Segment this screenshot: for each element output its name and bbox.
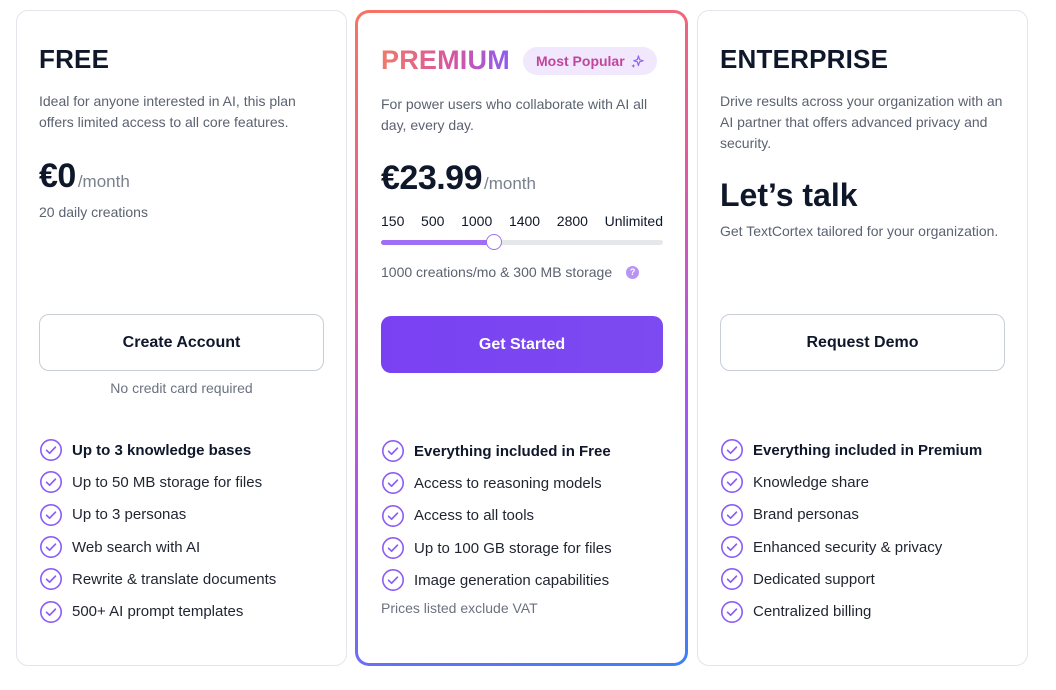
no-credit-card-note: No credit card required bbox=[110, 380, 253, 396]
feature-text: Image generation capabilities bbox=[414, 571, 610, 589]
feature-text: Enhanced security & privacy bbox=[753, 538, 943, 556]
feature-text: Up to 3 knowledge bases bbox=[72, 441, 252, 459]
enterprise-subtext: Get TextCortex tailored for your organiz… bbox=[720, 223, 999, 239]
feature-text: Up to 50 MB storage for files bbox=[72, 473, 263, 491]
free-plan-title: FREE bbox=[39, 44, 110, 74]
slider-option[interactable]: 500 bbox=[421, 213, 444, 229]
feature-text: Knowledge share bbox=[753, 473, 869, 491]
slider-option[interactable]: 2800 bbox=[557, 213, 588, 229]
feature-item: Dedicated support bbox=[720, 563, 1005, 595]
feature-text: Up to 3 personas bbox=[72, 506, 187, 524]
check-circle-icon bbox=[382, 537, 404, 560]
feature-item: Enhanced security & privacy bbox=[720, 531, 1005, 563]
feature-text: Everything included in Premium bbox=[753, 441, 983, 459]
feature-item: Brand personas bbox=[720, 499, 1005, 531]
slider-option[interactable]: 1400 bbox=[509, 213, 540, 229]
check-circle-icon bbox=[40, 439, 62, 462]
price-amount: €23.99 bbox=[381, 159, 483, 197]
vat-note: Prices listed exclude VAT bbox=[381, 600, 538, 616]
check-circle-icon bbox=[721, 503, 743, 526]
feature-item: Up to 3 knowledge bases bbox=[39, 434, 324, 466]
creations-slider-track[interactable] bbox=[381, 234, 663, 250]
feature-item: Access to reasoning models bbox=[381, 467, 663, 499]
get-started-button[interactable]: Get Started bbox=[381, 316, 663, 373]
storage-text: 1000 creations/mo & 300 MB storage bbox=[381, 264, 613, 280]
feature-item: Up to 100 GB storage for files bbox=[381, 532, 663, 564]
feature-text: 500+ AI prompt templates bbox=[72, 603, 244, 621]
feature-text: Everything included in Free bbox=[414, 442, 611, 460]
check-circle-icon bbox=[382, 569, 404, 592]
free-plan-price: €0 /month bbox=[39, 157, 130, 196]
check-circle-icon bbox=[721, 471, 743, 494]
create-account-button[interactable]: Create Account bbox=[39, 314, 324, 371]
premium-plan-description: For power users who collaborate with AI … bbox=[381, 96, 648, 133]
price-period: /month bbox=[77, 172, 130, 191]
check-circle-icon bbox=[382, 504, 404, 527]
enterprise-headline: Let’s talk bbox=[720, 177, 858, 213]
feature-text: Access to all tools bbox=[414, 507, 535, 525]
feature-item: Up to 3 personas bbox=[39, 499, 324, 531]
enterprise-plan-title: ENTERPRISE bbox=[720, 44, 889, 74]
check-circle-icon bbox=[721, 568, 743, 591]
creations-slider-labels: 150 500 1000 1400 2800 Unlimited bbox=[381, 213, 663, 229]
sparkle-icon bbox=[630, 54, 644, 68]
premium-plan-title: PREMIUM bbox=[381, 45, 510, 75]
feature-text: Up to 100 GB storage for files bbox=[414, 539, 612, 557]
feature-item: Centralized billing bbox=[720, 595, 1005, 627]
feature-text: Access to reasoning models bbox=[414, 474, 602, 492]
free-plan-card: FREE Ideal for anyone interested in AI, … bbox=[16, 10, 347, 666]
feature-item: Everything included in Free bbox=[381, 435, 663, 467]
check-circle-icon bbox=[721, 600, 743, 623]
enterprise-plan-description: Drive results across your organization w… bbox=[720, 93, 1003, 151]
check-circle-icon bbox=[40, 503, 62, 526]
premium-plan-price: €23.99 /month bbox=[381, 159, 536, 198]
check-circle-icon bbox=[721, 536, 743, 559]
check-circle-icon bbox=[40, 600, 62, 623]
feature-item: Web search with AI bbox=[39, 531, 324, 563]
enterprise-feature-list: Everything included in Premium Knowledge … bbox=[720, 434, 1005, 628]
check-circle-icon bbox=[40, 568, 62, 591]
feature-item: Rewrite & translate documents bbox=[39, 563, 324, 595]
premium-plan-card: PREMIUM Most Popular For power users who… bbox=[355, 10, 688, 666]
feature-text: Dedicated support bbox=[753, 570, 875, 588]
check-circle-icon bbox=[40, 536, 62, 559]
creations-slider-thumb[interactable] bbox=[485, 234, 502, 250]
badge-label: Most Popular bbox=[536, 53, 625, 69]
enterprise-plan-card: ENTERPRISE Drive results across your org… bbox=[697, 10, 1028, 666]
check-circle-icon bbox=[382, 440, 404, 463]
feature-item: Everything included in Premium bbox=[720, 434, 1005, 466]
free-plan-description: Ideal for anyone interested in AI, this … bbox=[39, 93, 296, 130]
feature-text: Brand personas bbox=[753, 506, 859, 524]
price-period: /month bbox=[484, 174, 536, 193]
check-circle-icon bbox=[382, 472, 404, 495]
slider-option[interactable]: Unlimited bbox=[605, 213, 663, 229]
free-plan-creations: 20 daily creations bbox=[39, 204, 148, 220]
premium-storage-info: 1000 creations/mo & 300 MB storage ? bbox=[381, 264, 640, 280]
feature-text: Rewrite & translate documents bbox=[72, 570, 277, 588]
feature-item: Up to 50 MB storage for files bbox=[39, 466, 324, 498]
check-circle-icon bbox=[721, 439, 743, 462]
feature-item: Knowledge share bbox=[720, 466, 1005, 498]
request-demo-button[interactable]: Request Demo bbox=[720, 314, 1005, 371]
feature-item: 500+ AI prompt templates bbox=[39, 595, 324, 627]
feature-text: Centralized billing bbox=[753, 603, 872, 621]
free-feature-list: Up to 3 knowledge bases Up to 50 MB stora… bbox=[39, 434, 324, 628]
feature-item: Image generation capabilities bbox=[381, 564, 663, 596]
price-amount: €0 bbox=[39, 157, 76, 195]
feature-text: Web search with AI bbox=[72, 538, 201, 556]
slider-option[interactable]: 150 bbox=[381, 213, 404, 229]
creations-slider-fill bbox=[381, 240, 494, 245]
check-circle-icon bbox=[40, 471, 62, 494]
premium-feature-list: Everything included in Free Access to rea… bbox=[381, 435, 663, 596]
slider-option[interactable]: 1000 bbox=[461, 213, 492, 229]
feature-item: Access to all tools bbox=[381, 500, 663, 532]
help-icon[interactable]: ? bbox=[626, 265, 640, 279]
most-popular-badge: Most Popular bbox=[523, 47, 657, 75]
